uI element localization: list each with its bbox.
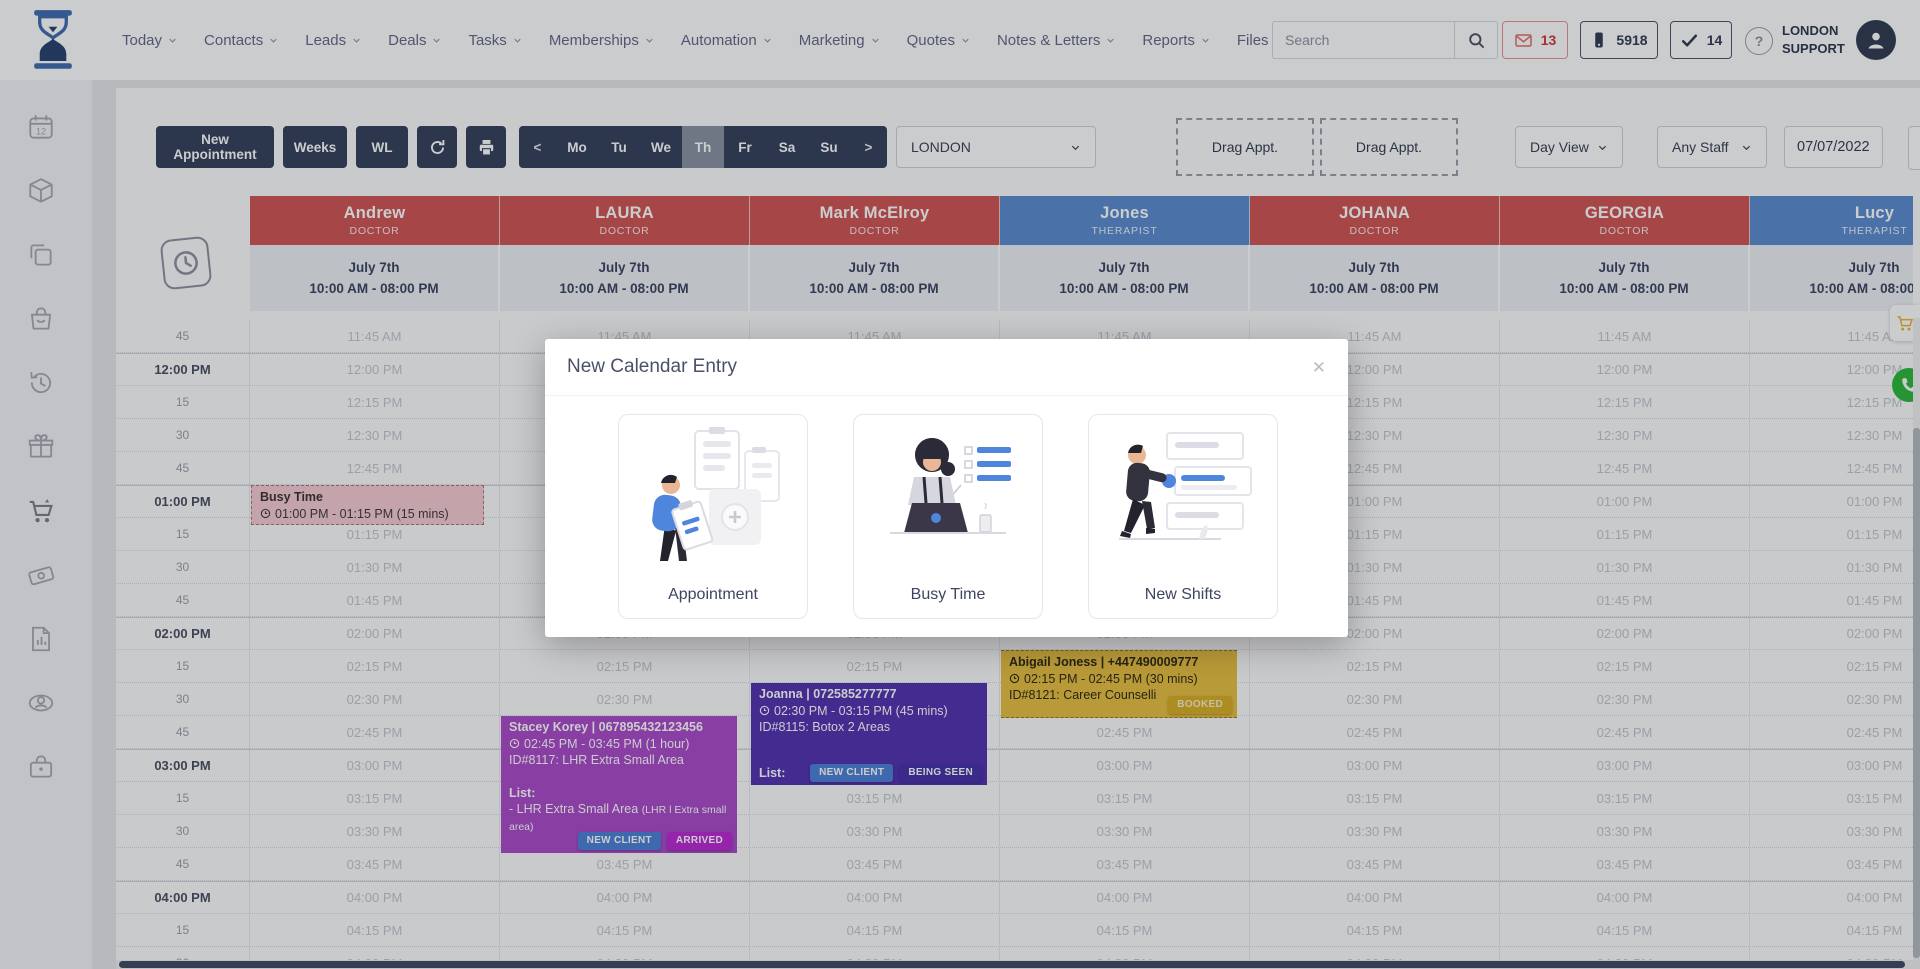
modal-header: New Calendar Entry ✕ [545,339,1348,396]
new-calendar-entry-modal: New Calendar Entry ✕ [545,339,1348,637]
option-card-appointment[interactable]: Appointment [618,414,808,619]
close-icon[interactable]: ✕ [1312,359,1326,376]
option-card-busy-time[interactable]: Busy Time [853,414,1043,619]
new-shifts-illustration [1103,425,1263,575]
modal-body: Appointment Busy Time [545,396,1348,619]
busy-time-illustration [868,425,1028,575]
appointment-illustration [633,425,793,575]
option-label: Busy Time [911,586,986,604]
option-card-new-shifts[interactable]: New Shifts [1088,414,1278,619]
modal-title: New Calendar Entry [567,356,737,378]
option-label: New Shifts [1145,586,1221,604]
option-label: Appointment [668,586,758,604]
